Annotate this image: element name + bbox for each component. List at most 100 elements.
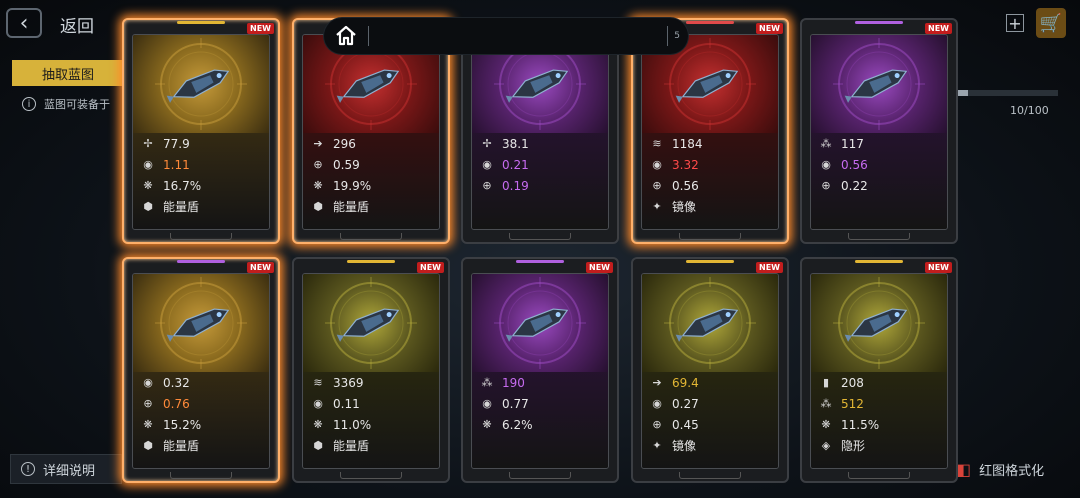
card-bottom-tab	[509, 472, 571, 479]
target-icon: ⊕	[313, 158, 323, 171]
stat-value: 6.2%	[502, 417, 533, 432]
stat-value: 3369	[333, 375, 364, 390]
stat-value: 镜像	[672, 439, 697, 453]
blueprint-card[interactable]: NEW ⁂ 117 ◉ 0.56 ⊕ 0.22	[800, 18, 958, 244]
new-badge: NEW	[925, 23, 952, 34]
ship-pod-icon	[133, 35, 269, 133]
rate-icon: ◉	[652, 397, 662, 410]
stat-value: 11.0%	[333, 417, 372, 432]
stat-row: ⊕ 0.19	[472, 175, 608, 196]
red-format-button[interactable]: ◧ 红图格式化	[956, 454, 1072, 484]
rate-icon: ◉	[652, 158, 662, 171]
blueprint-card[interactable]: NEW ⁂ 190 ◉ 0.77 ❋ 6.2%	[461, 257, 619, 483]
rarity-bar	[347, 260, 395, 263]
stat-row: ◉ 0.11	[303, 393, 439, 414]
speed-icon: ➔	[313, 137, 323, 150]
stat-row: ❋ 16.7%	[133, 175, 269, 196]
chevron-left-icon: ‹	[19, 10, 29, 36]
rarity-bar	[855, 260, 903, 263]
card-bottom-tab	[848, 233, 910, 240]
stat-row: ⁂ 190	[472, 372, 608, 393]
card-inner: ≋ 3369 ◉ 0.11 ❋ 11.0% ⬢ 能量盾	[302, 273, 440, 469]
stat-value: 0.19	[502, 178, 529, 193]
card-inner: ✢ 77.9 ◉ 1.11 ❋ 16.7% ⬢ 能量盾	[132, 34, 270, 230]
stat-value: 镜像	[672, 200, 697, 214]
blueprint-card[interactable]: NEW ▮ 208 ⁂ 512 ❋ 11.5% ◈ 隐形	[800, 257, 958, 483]
stat-row: ❋ 11.0%	[303, 414, 439, 435]
cluster-icon: ⁂	[481, 376, 493, 389]
ship-spider-icon	[133, 274, 269, 372]
rarity-bar	[686, 260, 734, 263]
rarity-bar	[516, 260, 564, 263]
tab-extract-blueprint[interactable]: 抽取蓝图	[12, 60, 124, 86]
card-bottom-tab	[170, 472, 232, 479]
stat-value: 0.21	[502, 157, 529, 172]
stat-row: ❋ 6.2%	[472, 414, 608, 435]
target-icon: ⊕	[652, 418, 662, 431]
stat-row: ✢ 38.1	[472, 133, 608, 154]
stat-row: ◉ 1.11	[133, 154, 269, 175]
blueprint-card[interactable]: NEW ◉ 0.32 ⊕ 0.76 ❋ 15.2% ⬢ 能量盾	[122, 257, 280, 483]
stats-panel: ≋ 3369 ◉ 0.11 ❋ 11.0% ⬢ 能量盾	[303, 372, 439, 468]
crit-icon: ❋	[313, 179, 323, 192]
stat-value: 38.1	[502, 136, 529, 151]
back-button[interactable]: ‹	[6, 8, 42, 38]
add-button[interactable]: +	[1006, 14, 1024, 33]
crit-icon: ❋	[482, 418, 492, 431]
back-label[interactable]: 返回	[60, 12, 94, 37]
stat-value: 512	[841, 396, 864, 411]
stat-value: 0.27	[672, 396, 699, 411]
rate-icon: ◉	[482, 158, 492, 171]
target-icon: ⊕	[652, 179, 662, 192]
stat-row: ⁂ 117	[811, 133, 947, 154]
stat-value: 0.22	[841, 178, 868, 193]
new-badge: NEW	[925, 262, 952, 273]
stat-row: ◉ 0.56	[811, 154, 947, 175]
stat-row: ◉ 0.32	[133, 372, 269, 393]
target-icon: ⊕	[482, 179, 492, 192]
stat-row: ⊕ 0.45	[642, 414, 778, 435]
stat-value: 16.7%	[163, 178, 202, 193]
stats-panel: ✢ 38.1 ◉ 0.21 ⊕ 0.19	[472, 133, 608, 229]
card-inner: ⁂ 190 ◉ 0.77 ❋ 6.2%	[471, 273, 609, 469]
stat-row: ➔ 296	[303, 133, 439, 154]
blueprint-card[interactable]: NEW ✢ 77.9 ◉ 1.11 ❋ 16.7% ⬢ 能量盾	[122, 18, 280, 244]
new-badge: NEW	[247, 23, 274, 34]
card-bottom-tab	[679, 233, 741, 240]
stat-row: ⬢ 能量盾	[303, 435, 439, 456]
card-inner: ▮ 208 ⁂ 512 ❋ 11.5% ◈ 隐形	[810, 273, 948, 469]
card-bottom-tab	[679, 472, 741, 479]
search-divider	[667, 26, 669, 46]
card-bottom-tab	[509, 233, 571, 240]
mirror-icon: ✦	[652, 439, 662, 452]
stat-value: 3.32	[672, 157, 699, 172]
stat-value: 能量盾	[163, 439, 200, 453]
details-button[interactable]: ! 详细说明	[10, 454, 122, 484]
shield-icon: ⬢	[143, 439, 153, 452]
stat-value: 117	[841, 136, 864, 151]
shield-icon: ⬢	[313, 439, 323, 452]
stat-row: ✢ 77.9	[133, 133, 269, 154]
search-bar[interactable]: 5	[324, 18, 688, 54]
blueprint-card[interactable]: NEW ➔ 69.4 ◉ 0.27 ⊕ 0.45 ✦ 镜像	[631, 257, 789, 483]
card-inner: ≋ 1184 ◉ 3.32 ⊕ 0.56 ✦ 镜像	[641, 34, 779, 230]
home-icon[interactable]	[324, 18, 368, 54]
stat-row: ⊕ 0.56	[642, 175, 778, 196]
stats-panel: ➔ 296 ⊕ 0.59 ❋ 19.9% ⬢ 能量盾	[303, 133, 439, 229]
new-badge: NEW	[586, 262, 613, 273]
crit-icon: ❋	[821, 418, 831, 431]
crit-icon: ❋	[313, 418, 323, 431]
stats-panel: ≋ 1184 ◉ 3.32 ⊕ 0.56 ✦ 镜像	[642, 133, 778, 229]
stats-panel: ➔ 69.4 ◉ 0.27 ⊕ 0.45 ✦ 镜像	[642, 372, 778, 468]
rate-icon: ◉	[482, 397, 492, 410]
stat-row: ➔ 69.4	[642, 372, 778, 393]
cart-icon[interactable]: 🛒	[1036, 8, 1066, 38]
blueprint-card[interactable]: NEW ≋ 3369 ◉ 0.11 ❋ 11.0% ⬢ 能量盾	[292, 257, 450, 483]
stats-panel: ✢ 77.9 ◉ 1.11 ❋ 16.7% ⬢ 能量盾	[133, 133, 269, 229]
rarity-bar	[177, 260, 225, 263]
stat-value: 0.56	[841, 157, 868, 172]
dps-icon: ✢	[143, 137, 153, 150]
progress-fill	[958, 90, 968, 96]
ship-capsule-icon	[303, 274, 439, 372]
stat-value: 能量盾	[333, 439, 370, 453]
